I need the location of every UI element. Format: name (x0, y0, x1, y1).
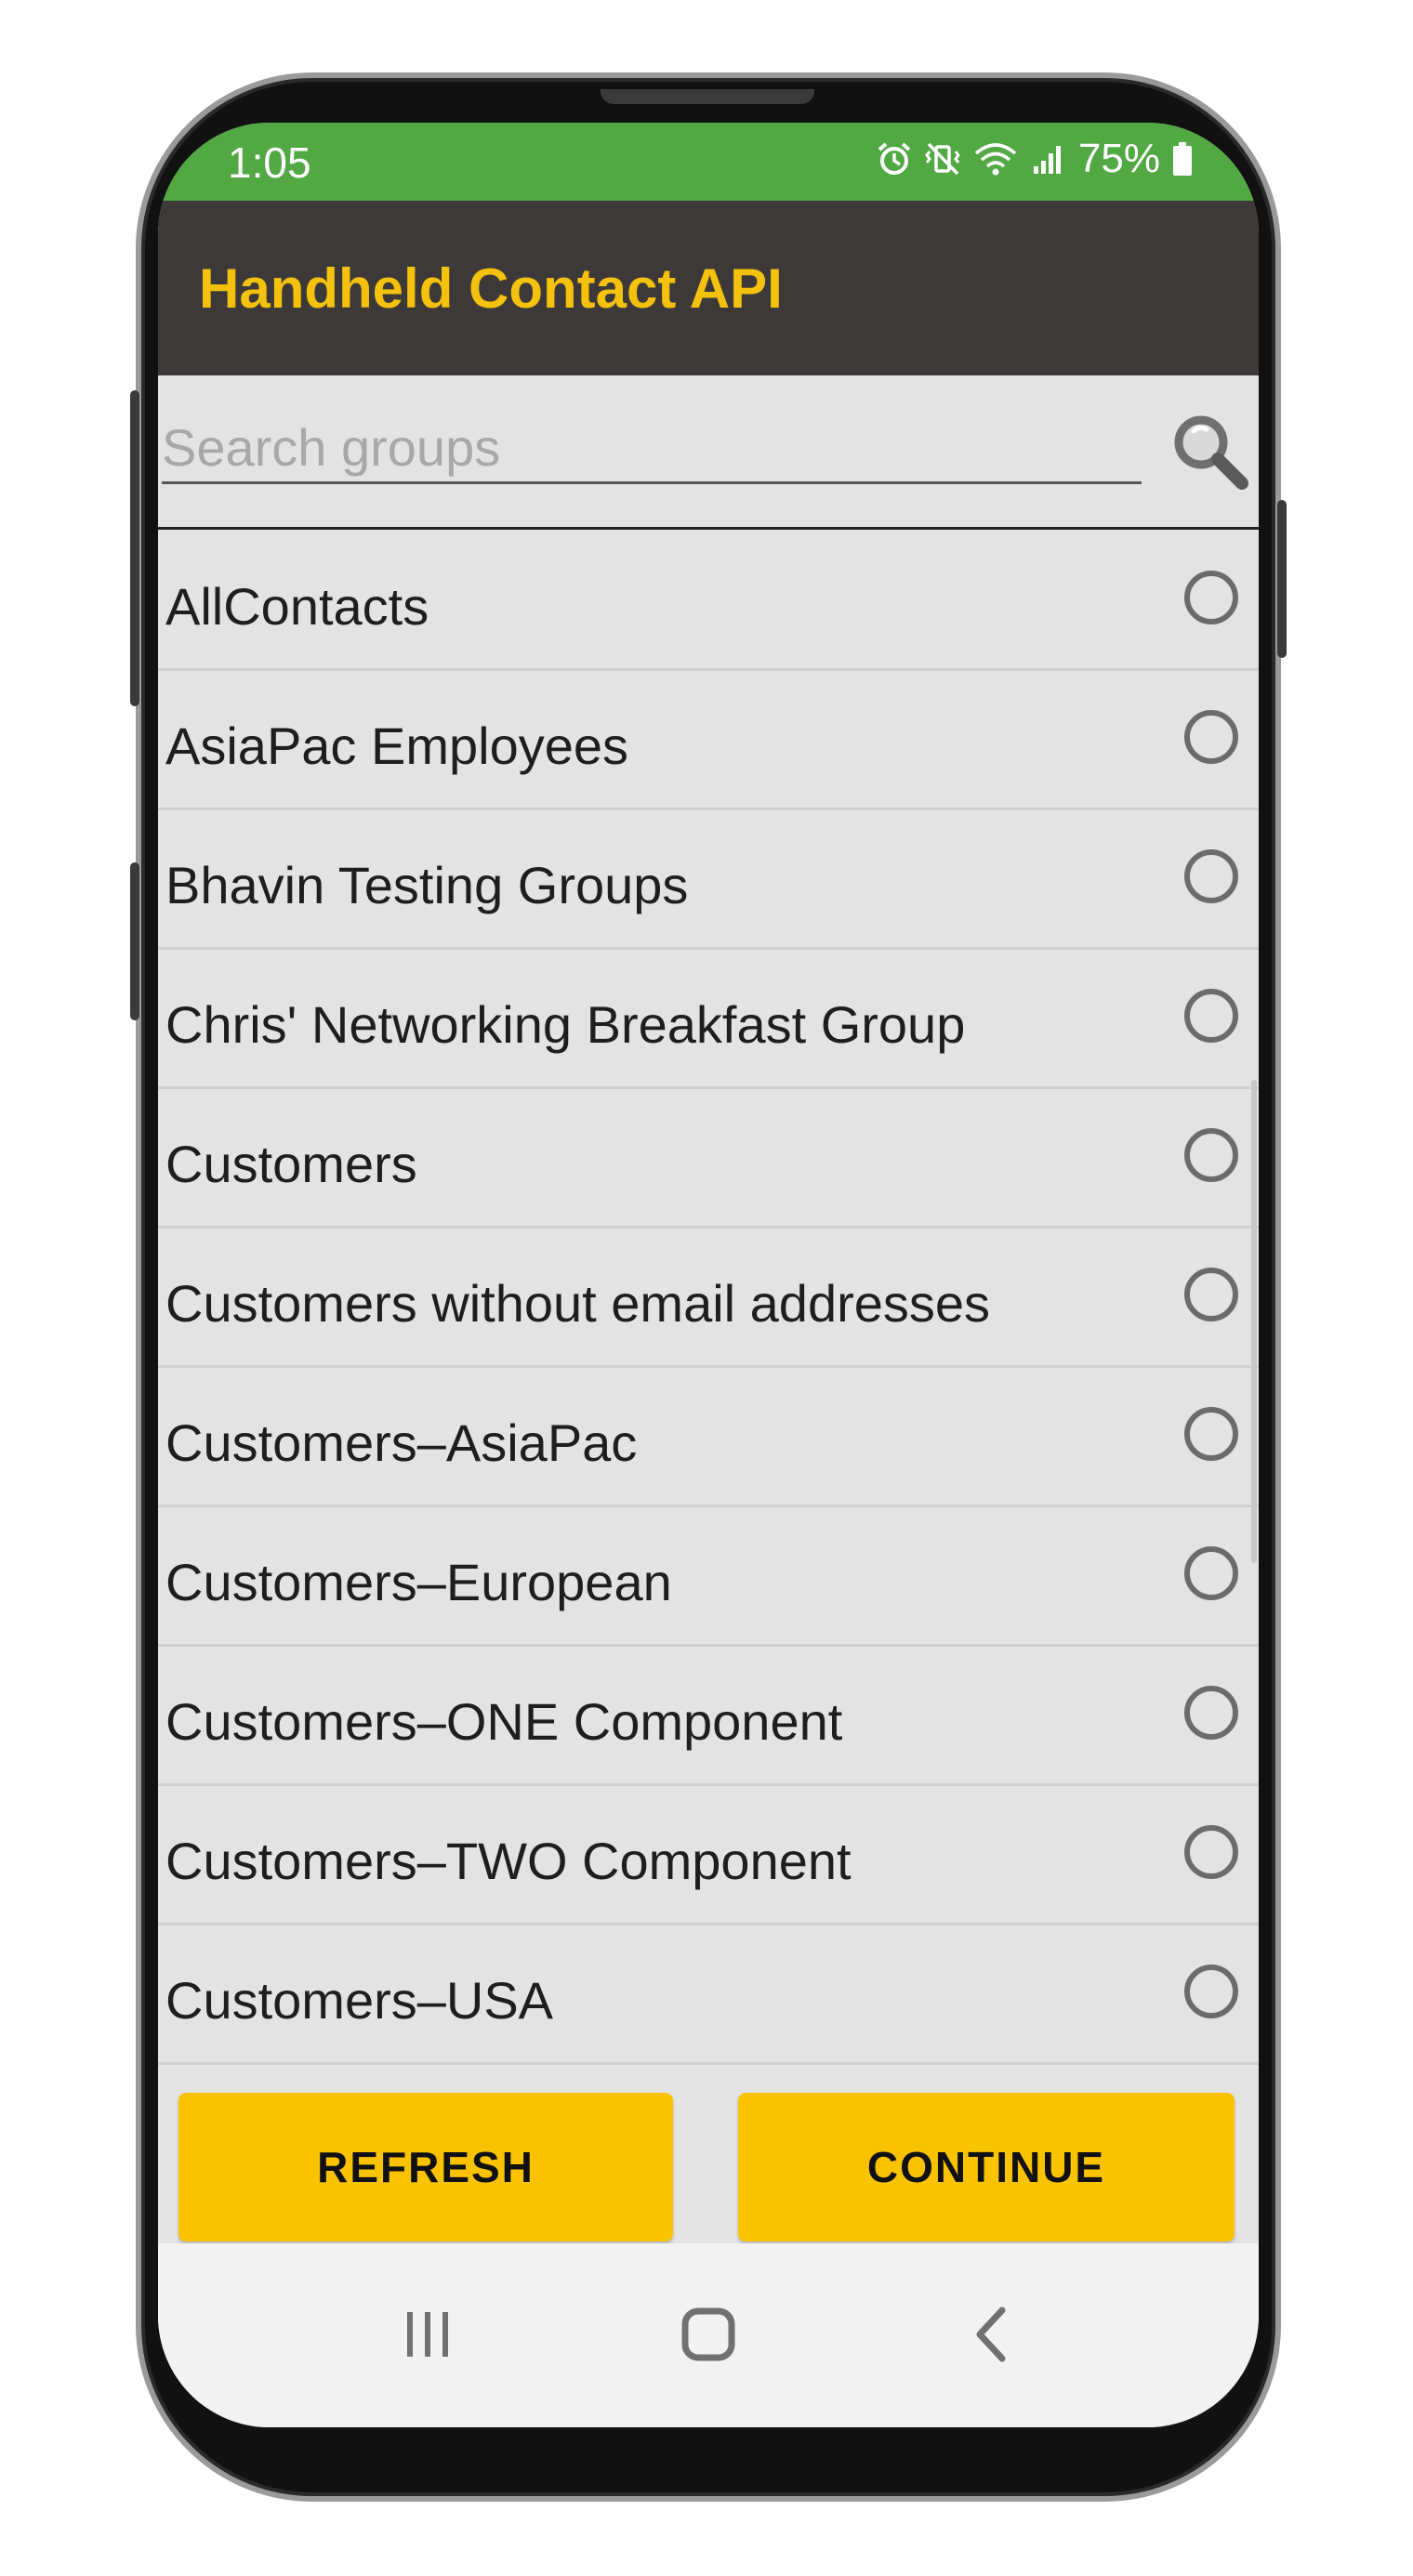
group-label: AllContacts (165, 577, 429, 636)
phone-power-button (1277, 500, 1287, 658)
battery-icon (1171, 140, 1194, 177)
group-label: AsiaPac Employees (165, 716, 629, 775)
status-icons: 75% (876, 136, 1194, 182)
radio-button[interactable] (1184, 1407, 1238, 1461)
app-screen: 1:05 75% Handheld Contact API Search gro… (158, 123, 1259, 2427)
signal-icon (1030, 140, 1067, 177)
group-label: Bhavin Testing Groups (165, 856, 689, 914)
list-item[interactable]: Customers–European (158, 1507, 1259, 1647)
radio-button[interactable] (1184, 989, 1238, 1043)
radio-button[interactable] (1184, 710, 1238, 764)
back-icon[interactable] (946, 2288, 1039, 2381)
recent-apps-icon[interactable] (381, 2288, 474, 2381)
group-label: Customers–TWO Component (165, 1832, 852, 1890)
scrollbar-thumb[interactable] (1251, 1080, 1257, 1563)
list-item[interactable]: Chris' Networking Breakfast Group (158, 950, 1259, 1089)
alarm-icon (876, 140, 913, 177)
app-toolbar: Handheld Contact API (158, 201, 1259, 375)
group-label: Customers (165, 1135, 417, 1193)
continue-button[interactable]: CONTINUE (738, 2093, 1235, 2241)
group-label: Customers–European (165, 1553, 672, 1611)
search-icon[interactable] (1166, 407, 1251, 493)
radio-button[interactable] (1184, 1128, 1238, 1182)
refresh-button[interactable]: REFRESH (178, 2093, 673, 2241)
radio-button[interactable] (1184, 1268, 1238, 1321)
groups-list: AllContacts AsiaPac Employees Bhavin Tes… (158, 532, 1259, 2093)
wifi-icon (972, 140, 1019, 177)
vibrate-mute-icon (924, 140, 961, 177)
group-label: Chris' Networking Breakfast Group (165, 995, 966, 1054)
battery-label: 75% (1077, 136, 1160, 181)
search-bar (158, 375, 1259, 530)
home-icon[interactable] (662, 2288, 755, 2381)
list-item[interactable]: Bhavin Testing Groups (158, 810, 1259, 950)
list-item[interactable]: Customers–AsiaPac (158, 1368, 1259, 1507)
group-label: Customers without email addresses (165, 1274, 991, 1333)
group-label: Customers–AsiaPac (165, 1413, 638, 1472)
action-bar: REFRESH CONTINUE (158, 2080, 1259, 2243)
list-item[interactable]: Customers–TWO Component (158, 1786, 1259, 1925)
status-bar: 1:05 75% (158, 123, 1259, 201)
list-item[interactable]: AsiaPac Employees (158, 671, 1259, 810)
status-time: 1:05 (228, 138, 311, 187)
phone-bixby-button (130, 862, 139, 1020)
phone-volume-button (130, 390, 139, 706)
list-item[interactable]: Customers–USA (158, 1925, 1259, 2065)
list-item[interactable]: Customers (158, 1089, 1259, 1229)
radio-button[interactable] (1184, 1686, 1238, 1740)
list-item[interactable]: Customers without email addresses (158, 1229, 1259, 1368)
phone-earpiece (601, 89, 814, 104)
search-input[interactable] (162, 413, 1142, 484)
system-nav-bar (158, 2243, 1259, 2427)
group-label: Customers–ONE Component (165, 1692, 843, 1751)
radio-button[interactable] (1184, 1546, 1238, 1600)
radio-button[interactable] (1184, 1825, 1238, 1879)
group-label: Customers–USA (165, 1971, 554, 2030)
radio-button[interactable] (1184, 849, 1238, 903)
radio-button[interactable] (1184, 1965, 1238, 2018)
app-title: Handheld Contact API (199, 257, 783, 320)
list-item[interactable]: AllContacts (158, 532, 1259, 671)
list-item[interactable]: Customers–ONE Component (158, 1647, 1259, 1786)
radio-button[interactable] (1184, 571, 1238, 624)
